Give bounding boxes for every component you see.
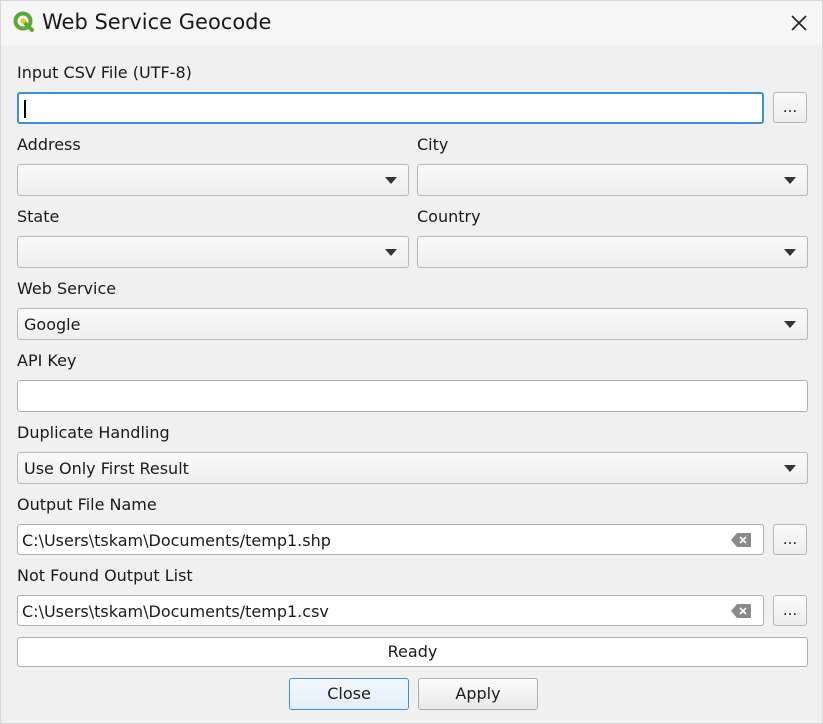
api-key-label: API Key — [17, 351, 77, 370]
close-button[interactable]: Close — [289, 678, 409, 710]
output-file-value: C:\Users\tskam\Documents/temp1.shp — [22, 531, 331, 550]
output-file-browse-button[interactable]: ... — [773, 524, 807, 555]
duplicate-handling-value: Use Only First Result — [24, 459, 189, 478]
city-dropdown[interactable] — [417, 164, 808, 196]
duplicate-handling-dropdown[interactable]: Use Only First Result — [17, 452, 808, 484]
state-dropdown[interactable] — [17, 236, 409, 268]
close-window-button[interactable] — [776, 1, 822, 45]
text-caret — [24, 100, 26, 118]
chevron-down-icon — [784, 465, 796, 472]
not-found-label: Not Found Output List — [17, 566, 193, 585]
web-service-dropdown[interactable]: Google — [17, 308, 808, 340]
address-label: Address — [17, 135, 81, 154]
country-label: Country — [417, 207, 481, 226]
input-csv-field[interactable] — [17, 92, 764, 124]
window-title: Web Service Geocode — [42, 10, 272, 34]
qgis-logo-icon — [13, 11, 34, 32]
input-csv-label: Input CSV File (UTF-8) — [17, 63, 192, 82]
web-service-label: Web Service — [17, 279, 117, 298]
apply-button[interactable]: Apply — [418, 678, 538, 710]
input-csv-browse-button[interactable]: ... — [773, 92, 807, 123]
duplicate-handling-label: Duplicate Handling — [17, 423, 170, 442]
chevron-down-icon — [385, 177, 397, 184]
city-label: City — [417, 135, 449, 154]
clear-text-icon[interactable] — [731, 533, 751, 547]
not-found-field[interactable]: C:\Users\tskam\Documents/temp1.csv — [17, 595, 764, 626]
api-key-field[interactable] — [17, 380, 808, 412]
clear-text-icon[interactable] — [731, 604, 751, 618]
country-dropdown[interactable] — [417, 236, 808, 268]
title-bar[interactable]: Web Service Geocode — [1, 1, 822, 45]
dialog-window: Web Service Geocode Input CSV File (UTF-… — [0, 0, 823, 724]
close-icon — [791, 15, 807, 31]
not-found-browse-button[interactable]: ... — [773, 595, 807, 626]
web-service-value: Google — [24, 315, 81, 334]
status-bar: Ready — [17, 637, 808, 667]
chevron-down-icon — [784, 177, 796, 184]
state-label: State — [17, 207, 60, 226]
chevron-down-icon — [784, 321, 796, 328]
chevron-down-icon — [784, 249, 796, 256]
address-dropdown[interactable] — [17, 164, 409, 196]
output-file-label: Output File Name — [17, 495, 157, 514]
not-found-value: C:\Users\tskam\Documents/temp1.csv — [22, 602, 329, 621]
chevron-down-icon — [385, 249, 397, 256]
output-file-field[interactable]: C:\Users\tskam\Documents/temp1.shp — [17, 524, 764, 555]
